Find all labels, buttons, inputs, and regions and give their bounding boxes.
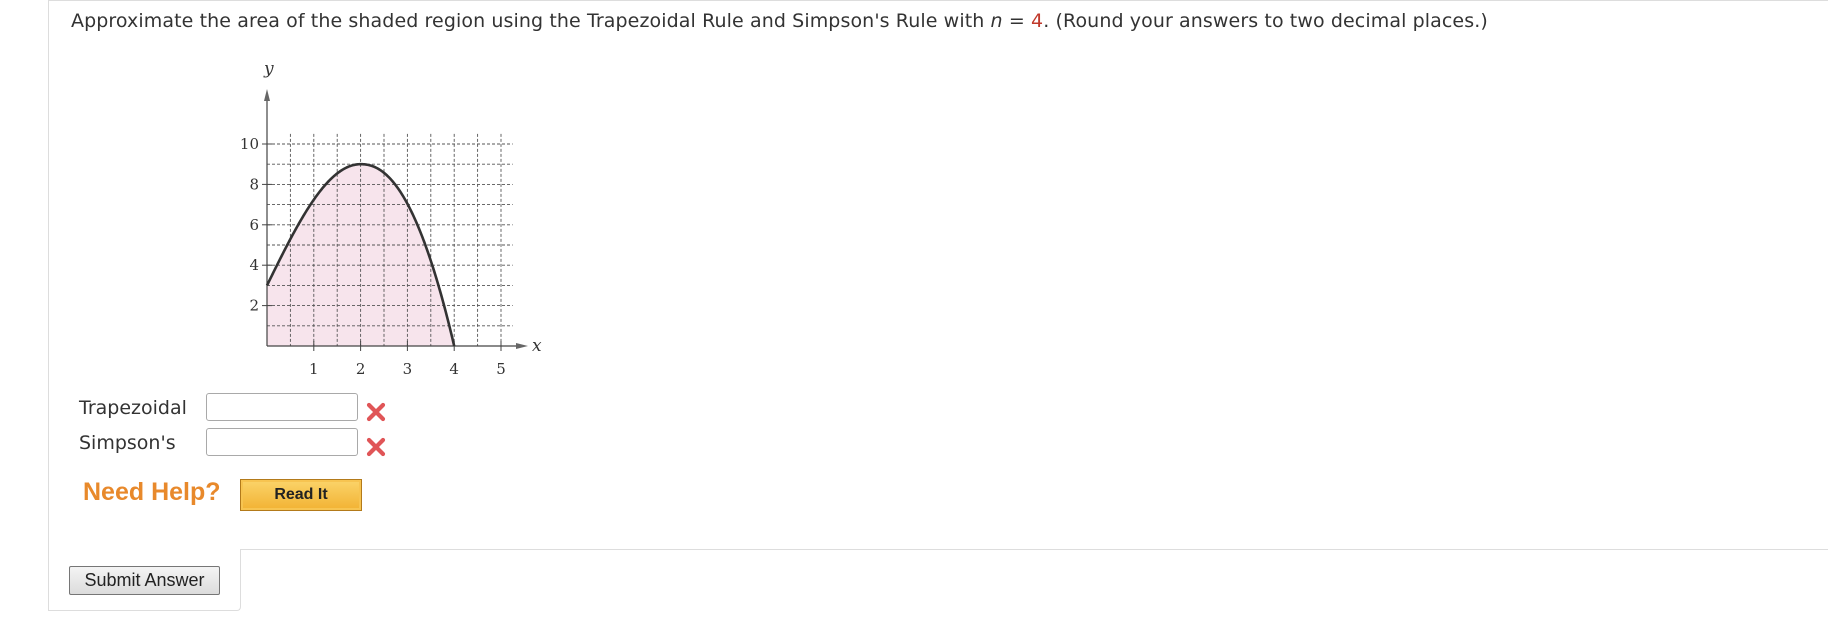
y-axis-label: y [263, 59, 274, 79]
x-tick-label: 2 [356, 360, 366, 378]
top-divider [48, 0, 1828, 1]
submit-answer-button[interactable]: Submit Answer [69, 566, 220, 595]
n-variable: n [990, 10, 1003, 32]
x-axis-label: x [532, 336, 542, 356]
n-value: 4 [1031, 10, 1044, 32]
trapezoidal-label: Trapezoidal [79, 397, 187, 419]
need-help-label: Need Help? [83, 478, 221, 506]
section-divider [240, 549, 1828, 550]
read-it-button[interactable]: Read It [240, 479, 362, 511]
close-x-icon [366, 402, 386, 422]
left-divider [48, 0, 49, 610]
question-text-before: Approximate the area of the shaded regio… [71, 10, 991, 32]
x-tick-label: 1 [309, 360, 319, 378]
close-x-icon [366, 437, 386, 457]
y-tick-label: 8 [249, 175, 259, 193]
x-tick-label: 5 [496, 360, 506, 378]
question-text-after: . (Round your answers to two decimal pla… [1043, 10, 1488, 32]
question-text: Approximate the area of the shaded regio… [71, 10, 1488, 32]
y-tick-label: 6 [249, 216, 259, 234]
area-graph: y x 10 8 6 4 2 1 2 3 4 5 [240, 59, 542, 378]
y-tick-label: 2 [249, 297, 259, 315]
simpsons-label: Simpson's [79, 432, 176, 454]
simpsons-input[interactable] [206, 428, 358, 456]
y-tick-label: 4 [249, 256, 259, 274]
x-tick-label: 3 [403, 360, 413, 378]
trapezoidal-input[interactable] [206, 393, 358, 421]
x-tick-label: 4 [449, 360, 459, 378]
equals-sign: = [1002, 10, 1032, 32]
y-tick-label: 10 [240, 135, 259, 153]
